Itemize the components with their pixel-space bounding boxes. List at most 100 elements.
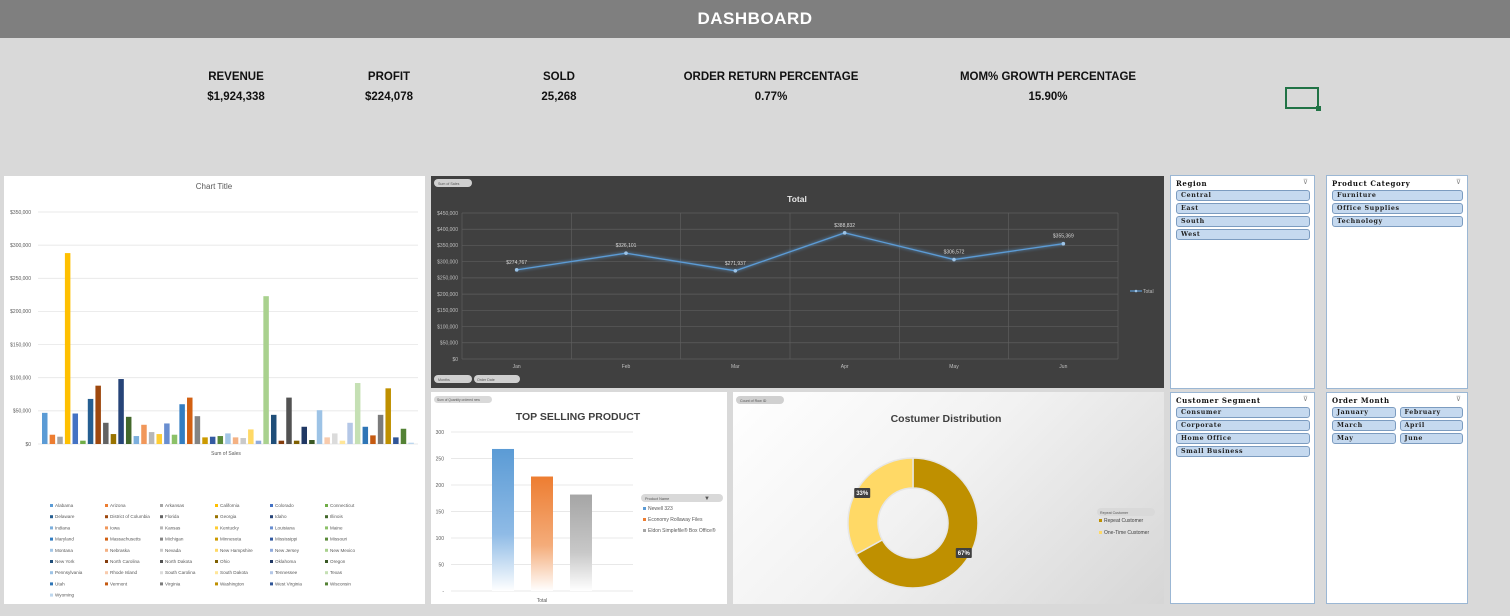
legend-label: Florida [165,514,179,519]
data-label: $271,937 [725,261,746,267]
data-point [733,268,738,273]
slicer-item-may[interactable]: May [1332,433,1396,444]
state-sales-chart[interactable]: Chart Title Sum of Sales $0 $50,000 $100,0… [4,176,425,604]
legend-label: Wyoming [55,593,75,598]
bar [347,422,353,444]
kpi-label: MOM% GROWTH PERCENTAGE [959,71,1137,83]
slicer-item-february[interactable]: February [1399,407,1463,418]
slicer-order-month[interactable]: Order Month ⊽ January February March Apr… [1326,392,1468,604]
chart-title: Costumer Distribution [891,413,1002,425]
legend-label: New Jersey [275,548,300,553]
monthly-sales-chart[interactable]: Sum of Sales Total Months Order Date $0 $… [431,176,1164,388]
legend-swatch [105,504,108,507]
legend-swatch [325,571,328,575]
clear-filter-icon[interactable]: ⊽ [1456,178,1461,186]
chart-title: TOP SELLING PRODUCT [516,411,641,423]
legend-label: North Carolina [110,559,140,564]
slicer-item-march[interactable]: March [1332,420,1396,431]
bar [148,432,155,444]
bar [531,476,553,591]
kpi-label: PROFIT [367,71,411,83]
slicer-item-consumer[interactable]: Consumer [1176,407,1310,418]
legend-swatch [105,526,108,530]
slicer-item-furniture[interactable]: Furniture [1332,190,1463,201]
slicer-item-office-supplies[interactable]: Office Supplies [1332,203,1463,214]
slicer-item-january[interactable]: January [1332,407,1396,418]
slicer-item-april[interactable]: April [1399,420,1463,431]
customer-distribution-chart[interactable]: Count of Row ID Costumer Distribution Re… [733,392,1164,604]
donut-slice [847,457,914,556]
legend-swatch [325,537,328,541]
state-sales-chart-svg: Chart Title Sum of Sales $0 $50,000 $100,0… [10,182,418,598]
legend-label: Ohio [220,559,230,564]
field-button-label: Months [438,378,450,382]
legend-label: Connecticut [330,503,355,508]
slicer-item-west[interactable]: West [1176,229,1310,240]
slicer-region[interactable]: Region ⊽ Central East South West [1170,175,1315,389]
legend-label: Alabama [55,503,74,508]
legend-swatch [160,560,163,563]
legend-label: Rhode Island [110,570,138,575]
slicer-item-south[interactable]: South [1176,216,1310,227]
slicer-item-june[interactable]: June [1399,433,1463,444]
bar [570,494,592,591]
legend-label: New York [55,559,75,564]
slicer-product-category[interactable]: Product Category ⊽ Furniture Office Supp… [1326,175,1468,389]
slicer-item-east[interactable]: East [1176,203,1310,214]
legend-swatch [325,548,328,552]
legend-label: North Dakota [165,559,193,564]
y-tick-label: $350,000 [437,243,458,249]
bar [248,429,254,444]
kpi-label: SOLD [543,71,575,83]
bar [72,413,79,444]
bar [187,397,193,444]
bar [370,435,376,444]
legend-label: Massachusetts [110,537,141,542]
clear-filter-icon[interactable]: ⊽ [1303,178,1308,186]
top-selling-product-chart[interactable]: Sum of Quantity ordered new TOP SELLING … [431,392,727,604]
y-tick-label: $200,000 [437,292,458,298]
legend-swatch [50,593,53,597]
kpi-value: 0.77% [754,91,788,103]
kpi-revenue: REVENUE $1,924,338 [196,71,276,103]
legend-label: California [220,503,240,508]
legend-swatch [160,515,163,519]
legend-label: Virginia [165,581,181,586]
slicer-customer-segment[interactable]: Customer Segment ⊽ Consumer Corporate Ho… [1170,392,1315,604]
legend-swatch [270,515,273,519]
y-tick-label: 150 [436,509,445,515]
legend-swatch [325,560,328,563]
slicer-item-home-office[interactable]: Home Office [1176,433,1310,444]
legend-swatch [50,515,53,519]
bar [339,440,346,444]
filter-icon[interactable]: ▼ [704,496,710,502]
legend-swatch [270,548,273,552]
legend-label: New Hampshire [220,548,253,553]
y-tick-label: $100,000 [10,376,31,382]
legend-swatch [160,571,163,575]
legend-swatch [215,504,218,507]
legend-label: Wisconsin [330,581,351,586]
legend-swatch [50,537,53,541]
kpi-label: REVENUE [208,71,264,83]
legend-label: Minnesota [220,537,242,542]
legend-label: Arizona [110,503,126,508]
slicer-title: Customer Segment [1176,396,1261,405]
bar [408,442,414,444]
bar [270,414,277,444]
y-tick-label: $400,000 [437,227,458,233]
data-label: $326,101 [616,243,637,249]
legend-label: Total [1143,289,1154,295]
selected-cell[interactable] [1285,87,1321,111]
slicer-item-central[interactable]: Central [1176,190,1310,201]
bar [293,440,300,444]
slicer-item-corporate[interactable]: Corporate [1176,420,1310,431]
clear-filter-icon[interactable]: ⊽ [1303,395,1308,403]
kpi-order-return: ORDER RETURN PERCENTAGE 0.77% [681,71,861,103]
slicer-item-small-business[interactable]: Small Business [1176,446,1310,457]
clear-filter-icon[interactable]: ⊽ [1456,395,1461,403]
x-tick-label: May [949,364,959,370]
legend-label: Indiana [55,525,71,530]
slicer-item-technology[interactable]: Technology [1332,216,1463,227]
legend-swatch [215,537,218,541]
